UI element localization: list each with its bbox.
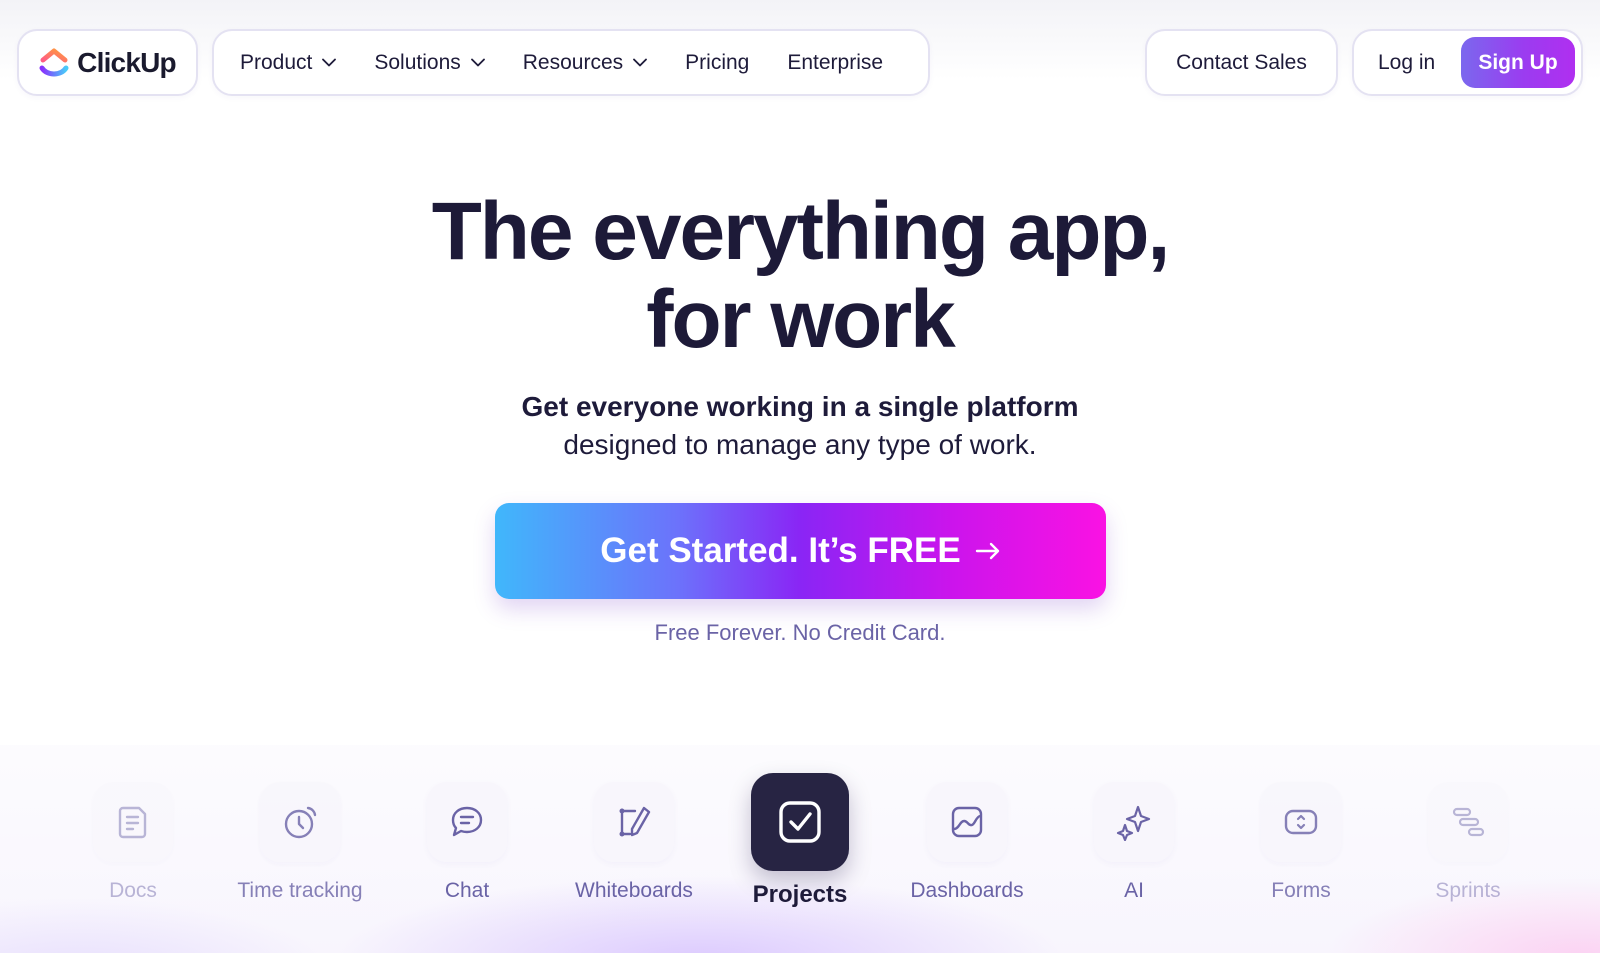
clickup-logo-icon: [39, 48, 69, 76]
feature-tile: [751, 773, 849, 871]
clock-icon: [284, 806, 317, 839]
sprint-bars-icon: [1452, 807, 1485, 837]
feature-tab-docs[interactable]: Docs: [48, 782, 218, 903]
main-nav: Product Solutions Resources Pricing Ente…: [212, 29, 930, 96]
logo-link[interactable]: ClickUp: [17, 29, 198, 96]
feature-label: Time tracking: [237, 879, 363, 902]
chat-bubble-icon: [451, 806, 483, 837]
cta-label: Get Started. It’s FREE: [600, 531, 961, 570]
auth-group: Log in Sign Up: [1352, 29, 1583, 96]
feature-tile: [93, 782, 173, 862]
login-link[interactable]: Log in: [1378, 51, 1435, 75]
nav-item-label: Solutions: [374, 50, 461, 74]
form-toggle-icon: [1284, 809, 1318, 835]
hero-subtitle: Get everyone working in a single platfor…: [0, 388, 1600, 464]
feature-tab-forms[interactable]: Forms: [1216, 782, 1386, 903]
contact-sales-button[interactable]: Contact Sales: [1145, 29, 1338, 96]
chevron-down-icon: [322, 58, 337, 67]
feature-tab-dashboards[interactable]: Dashboards: [882, 782, 1052, 903]
feature-label: Forms: [1271, 879, 1331, 902]
nav-item-label: Enterprise: [787, 50, 884, 74]
get-started-button[interactable]: Get Started. It’s FREE: [495, 503, 1106, 599]
feature-tab-sprints[interactable]: Sprints: [1383, 782, 1553, 903]
feature-label: Sprints: [1435, 879, 1501, 902]
checkbox-icon: [779, 801, 821, 843]
hero-title: The everything app, for work: [0, 188, 1600, 364]
signup-button[interactable]: Sign Up: [1461, 37, 1575, 88]
nav-item-label: Pricing: [685, 50, 750, 74]
feature-tile: [1094, 782, 1174, 862]
chevron-down-icon: [470, 58, 485, 67]
hero-title-line2: for work: [646, 274, 955, 365]
feature-tile: [1428, 782, 1508, 862]
nav-item-pricing[interactable]: Pricing: [685, 51, 749, 75]
hero-title-line1: The everything app,: [431, 186, 1171, 277]
nav-item-resources[interactable]: Resources: [522, 50, 648, 75]
nav-item-label: Product: [240, 50, 313, 74]
whiteboard-pen-icon: [619, 806, 651, 837]
feature-tab-ai[interactable]: AI: [1049, 782, 1219, 903]
feature-label: AI: [1124, 879, 1144, 902]
chevron-down-icon: [633, 58, 648, 67]
feature-tile: [260, 782, 340, 862]
sparkle-icon: [1116, 805, 1151, 841]
doc-icon: [118, 806, 147, 839]
nav-item-label: Resources: [522, 50, 624, 74]
feature-tab-time-tracking[interactable]: Time tracking: [215, 782, 385, 903]
brand-name: ClickUp: [77, 46, 176, 78]
feature-tile: [594, 782, 674, 862]
nav-item-product[interactable]: Product: [240, 50, 337, 75]
feature-tile: [927, 782, 1007, 862]
hero-subtitle-bold: Get everyone working in a single platfor…: [521, 391, 1079, 422]
arrow-right-icon: [975, 542, 999, 560]
feature-label: Chat: [444, 879, 490, 902]
nav-item-enterprise[interactable]: Enterprise: [787, 51, 883, 75]
dashboard-chart-icon: [951, 806, 983, 838]
feature-tile: [1261, 782, 1341, 862]
feature-tab-whiteboards[interactable]: Whiteboards: [549, 782, 719, 903]
page: ClickUp Product Solutions Resources Pric…: [0, 0, 1600, 953]
free-forever-note: Free Forever. No Credit Card.: [654, 620, 946, 645]
hero-subtitle-rest: designed to manage any type of work.: [563, 429, 1037, 460]
feature-label: Docs: [109, 879, 157, 902]
feature-label: Whiteboards: [575, 879, 693, 902]
feature-tab-projects[interactable]: Projects: [715, 773, 885, 909]
nav-item-solutions[interactable]: Solutions: [374, 50, 485, 75]
feature-label: Projects: [752, 881, 848, 908]
feature-tab-chat[interactable]: Chat: [382, 782, 552, 903]
feature-tile: [427, 782, 507, 862]
feature-label: Dashboards: [910, 879, 1024, 902]
